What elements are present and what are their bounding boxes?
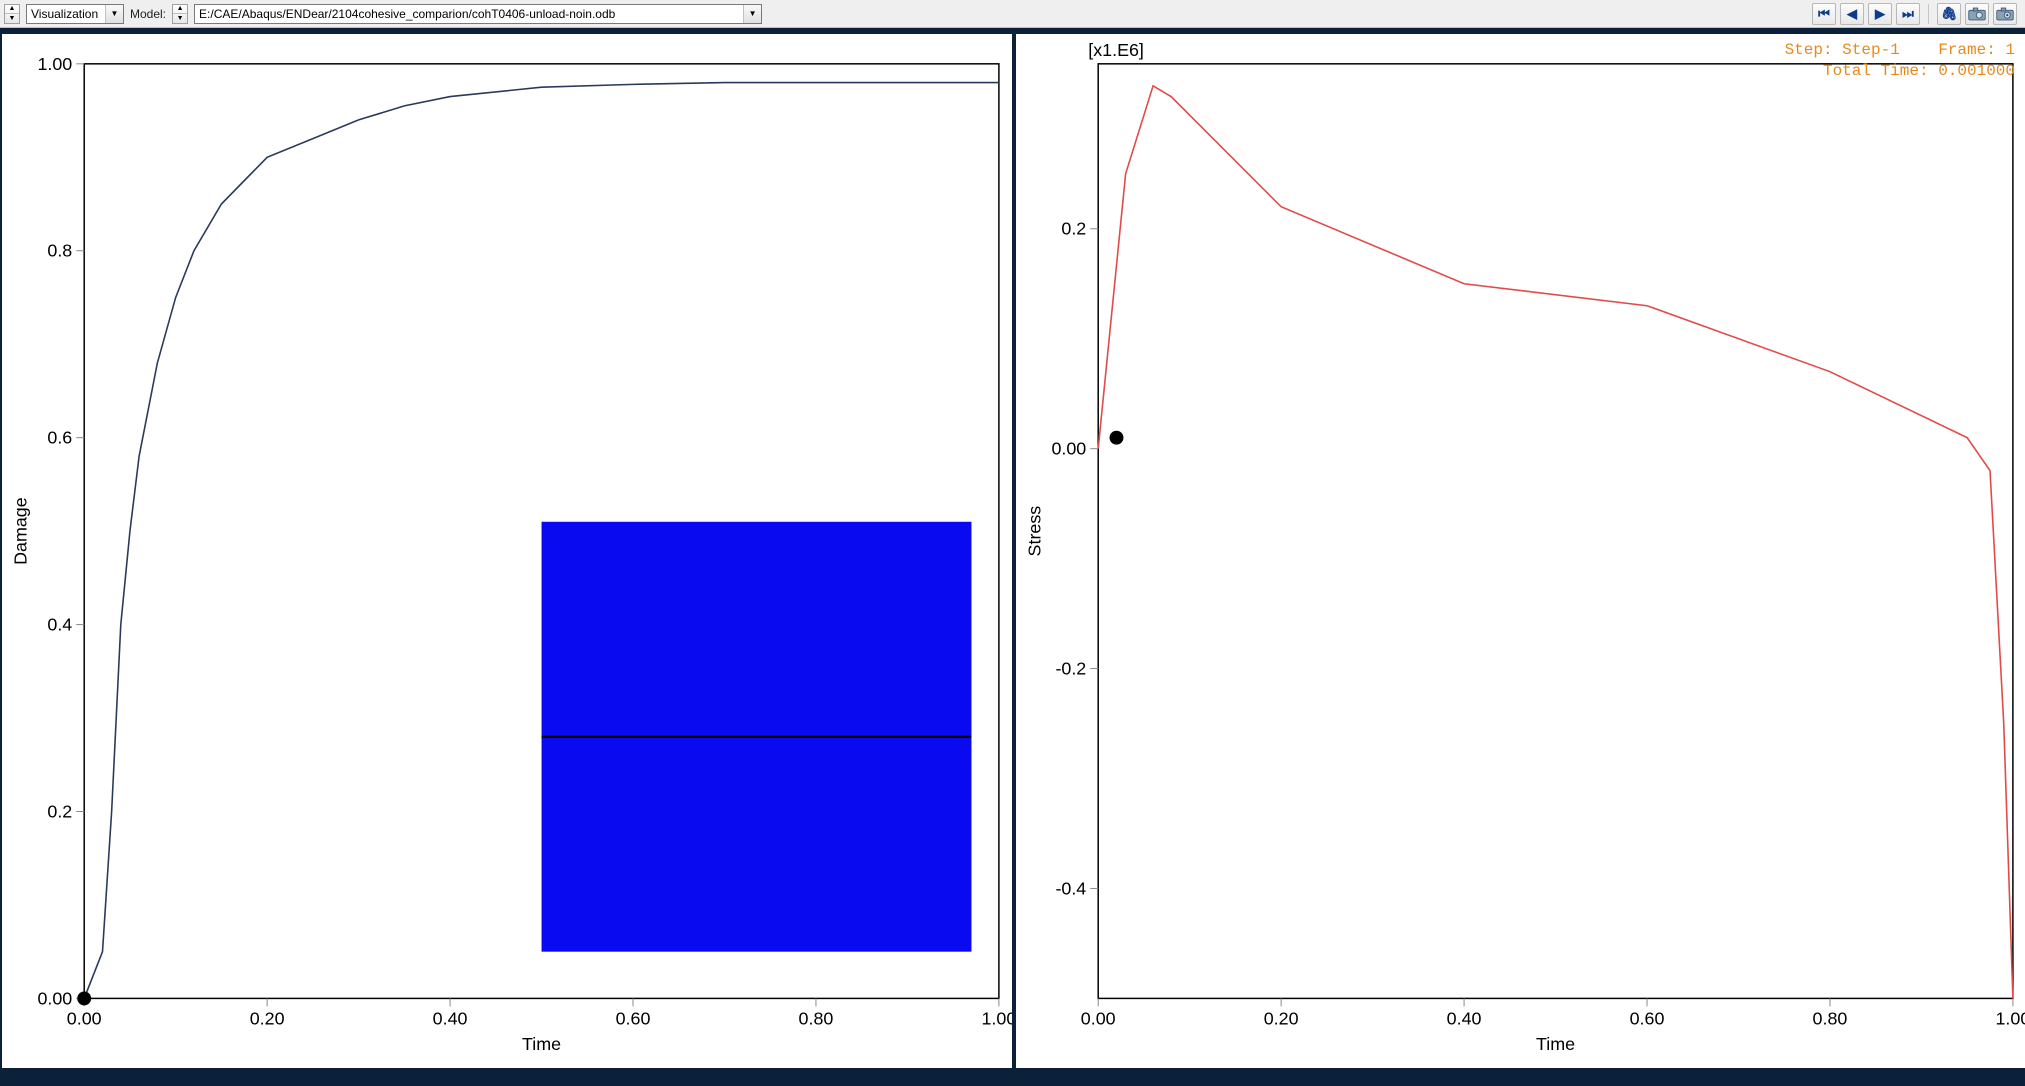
svg-text:1.00: 1.00 — [37, 54, 72, 74]
svg-text:0.00: 0.00 — [37, 988, 72, 1008]
svg-text:0.8: 0.8 — [47, 241, 72, 261]
print-button-2[interactable] — [1993, 3, 2017, 25]
svg-text:0.20: 0.20 — [250, 1008, 285, 1028]
first-frame-button[interactable]: ⏮ — [1812, 3, 1836, 25]
model-path-combo[interactable]: E:/CAE/Abaqus/ENDear/2104cohesive_compar… — [194, 4, 762, 24]
svg-text:0.20: 0.20 — [1263, 1008, 1298, 1028]
svg-text:0.40: 0.40 — [433, 1008, 468, 1028]
svg-text:0.2: 0.2 — [1061, 219, 1086, 239]
context-toolbar: ▲ ▼ Visualization ▼ Model: ▲ ▼ E:/CAE/Ab… — [0, 0, 2025, 28]
model-stepper[interactable]: ▲ ▼ — [172, 4, 188, 24]
last-frame-button[interactable]: ⏭ — [1896, 3, 1920, 25]
svg-text:0.80: 0.80 — [799, 1008, 834, 1028]
stepper-down-icon[interactable]: ▼ — [173, 14, 187, 23]
camera-icon — [1996, 7, 2014, 21]
model-label: Model: — [130, 7, 166, 21]
module-stepper[interactable]: ▲ ▼ — [4, 4, 20, 24]
link-viewports-button[interactable]: 🖇 — [1937, 3, 1961, 25]
svg-text:0.00: 0.00 — [1080, 1008, 1115, 1028]
stepper-down-icon[interactable]: ▼ — [5, 14, 19, 23]
svg-text:[x1.E6]: [x1.E6] — [1088, 40, 1144, 60]
step-back-icon: ◀ — [1847, 6, 1857, 22]
damage-plot[interactable]: 0.00 0.20 0.40 0.60 0.80 1.00 0.00 0.2 0.4 0.6 0.8… — [2, 34, 1012, 1068]
svg-text:1.00: 1.00 — [981, 1008, 1011, 1028]
print-button-1[interactable] — [1965, 3, 1989, 25]
camera-icon — [1968, 7, 1986, 21]
svg-text:0.4: 0.4 — [47, 615, 72, 635]
svg-text:Damage: Damage — [11, 497, 31, 565]
svg-text:0.60: 0.60 — [616, 1008, 651, 1028]
skip-end-icon: ⏭ — [1902, 6, 1914, 22]
module-combo[interactable]: Visualization ▼ — [26, 4, 124, 24]
viewport-area: 0.00 0.20 0.40 0.60 0.80 1.00 0.00 0.2 0.4 0.6 0.8… — [0, 28, 2025, 1086]
svg-text:0.00: 0.00 — [1051, 439, 1086, 459]
skip-start-icon: ⏮ — [1818, 6, 1830, 22]
svg-text:-0.4: -0.4 — [1055, 878, 1086, 898]
svg-text:0.40: 0.40 — [1446, 1008, 1481, 1028]
svg-text:Time: Time — [1536, 1034, 1575, 1054]
svg-text:Time: Time — [522, 1034, 561, 1054]
svg-text:1.00: 1.00 — [1995, 1008, 2025, 1028]
svg-text:0.6: 0.6 — [47, 428, 72, 448]
stepper-up-icon[interactable]: ▲ — [5, 5, 19, 15]
stepper-up-icon[interactable]: ▲ — [173, 5, 187, 15]
next-frame-button[interactable]: ▶ — [1868, 3, 1892, 25]
stress-plot[interactable]: Step: Step-1 Frame: 1 Total Time: 0.0010… — [1016, 34, 2025, 1068]
svg-text:0.60: 0.60 — [1629, 1008, 1664, 1028]
svg-text:0.2: 0.2 — [47, 801, 72, 821]
svg-text:0.80: 0.80 — [1812, 1008, 1847, 1028]
chevron-down-icon[interactable]: ▼ — [105, 5, 123, 23]
stress-plot-svg: 0.00 0.20 0.40 0.60 0.80 1.00 -0.4 -0.2 0.00 0.2 T… — [1016, 34, 2025, 1068]
previous-frame-button[interactable]: ◀ — [1840, 3, 1864, 25]
svg-text:0.00: 0.00 — [67, 1008, 102, 1028]
svg-text:Stress: Stress — [1024, 506, 1044, 557]
toolbar-divider — [1928, 4, 1929, 24]
svg-text:-0.2: -0.2 — [1055, 659, 1086, 679]
animation-controls: ⏮ ◀ ▶ ⏭ 🖇 — [1812, 0, 2017, 27]
chevron-down-icon[interactable]: ▼ — [743, 5, 761, 23]
damage-plot-svg: 0.00 0.20 0.40 0.60 0.80 1.00 0.00 0.2 0.4 0.6 0.8… — [2, 34, 1012, 1068]
module-combo-value: Visualization — [27, 7, 105, 21]
step-forward-icon: ▶ — [1875, 6, 1885, 22]
model-path-value: E:/CAE/Abaqus/ENDear/2104cohesive_compar… — [195, 7, 743, 21]
link-icon: 🖇 — [1941, 6, 1958, 22]
